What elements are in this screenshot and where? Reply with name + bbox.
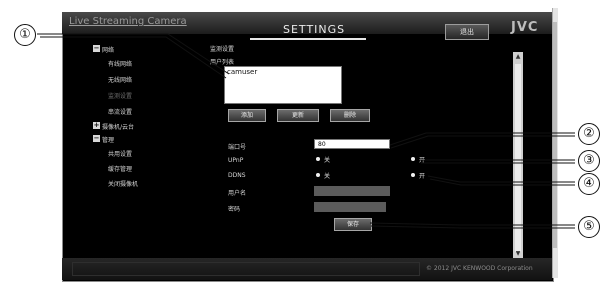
callout-leaders — [37, 33, 575, 229]
leader-line-1 — [37, 33, 230, 75]
callout-4: ④ — [578, 173, 600, 195]
leader-lines — [37, 33, 575, 229]
leader-line-1b — [40, 36, 227, 79]
callout-2: ② — [578, 123, 600, 145]
leader-line-4 — [427, 175, 575, 183]
leader-line-5 — [369, 222, 575, 226]
callout-3: ③ — [578, 150, 600, 172]
callout-1: ① — [14, 24, 36, 46]
callout-5: ⑤ — [578, 216, 600, 238]
leader-line-2b — [390, 135, 575, 149]
leader-line-5b — [370, 225, 575, 229]
